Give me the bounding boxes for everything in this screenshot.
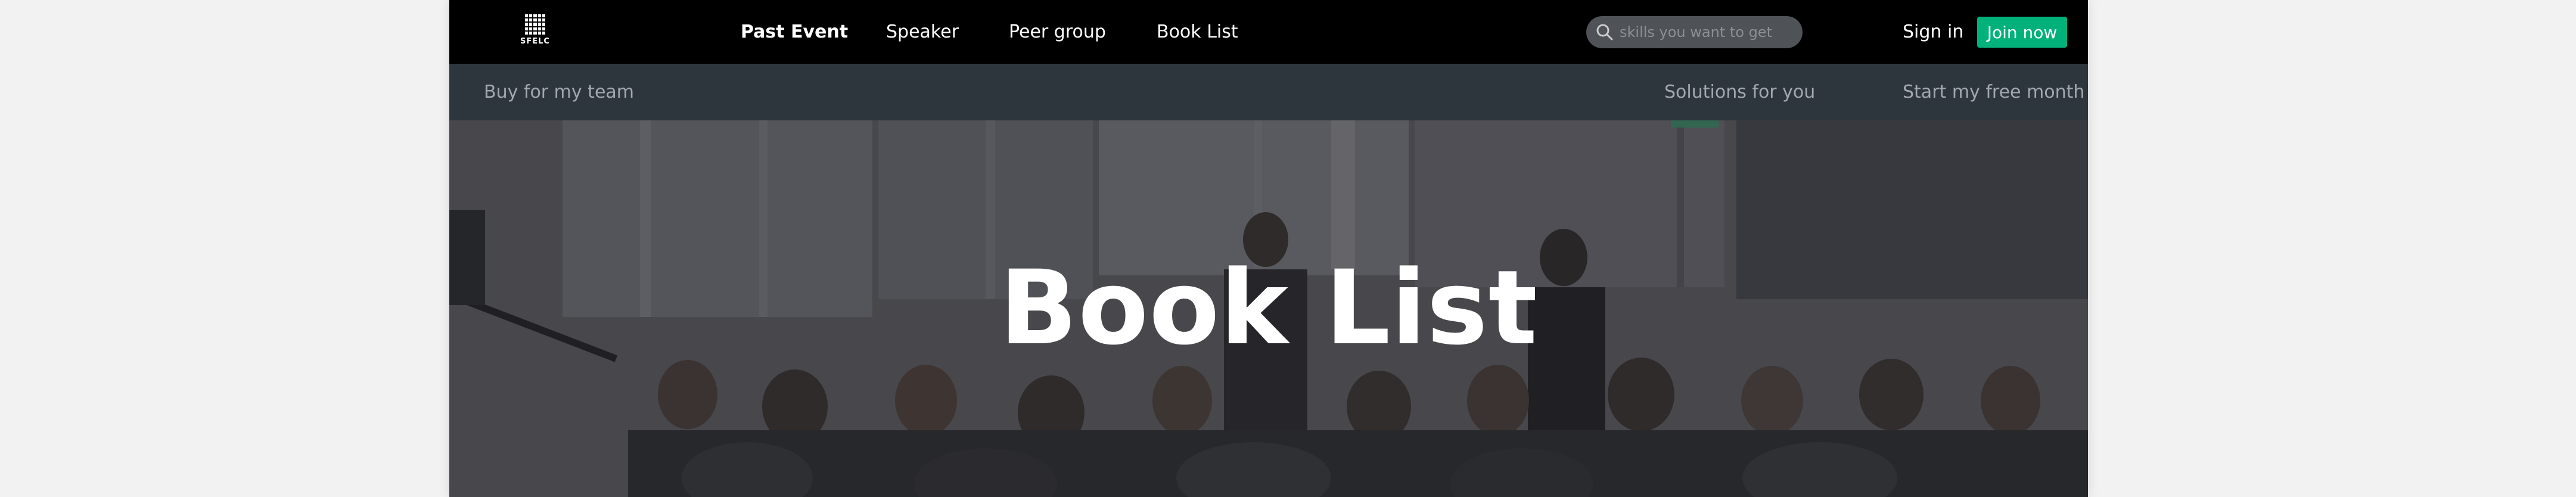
sign-in-link[interactable]: Sign in: [1903, 20, 1963, 44]
page-title: Book List: [999, 248, 1538, 368]
buy-for-team-link[interactable]: Buy for my team: [484, 80, 634, 104]
solutions-link[interactable]: Solutions for you: [1664, 80, 1815, 104]
page-frame: SFELC Past Event Speaker Peer group Book…: [449, 0, 2088, 497]
sub-navbar: Buy for my team Solutions for you Start …: [449, 64, 2088, 120]
nav-book-list[interactable]: Book List: [1157, 20, 1238, 44]
site-logo[interactable]: SFELC: [517, 14, 554, 49]
search-icon: [1596, 24, 1613, 41]
nav-speaker[interactable]: Speaker: [886, 20, 959, 44]
nav-past-event[interactable]: Past Event: [741, 20, 848, 44]
nav-peer-group[interactable]: Peer group: [1009, 20, 1106, 44]
free-month-link[interactable]: Start my free month: [1903, 80, 2084, 104]
hero-banner: Book List: [449, 120, 2088, 497]
logo-mark-icon: [525, 14, 545, 35]
search-bar[interactable]: [1586, 16, 1803, 48]
logo-text: SFELC: [520, 37, 550, 46]
top-navbar: SFELC Past Event Speaker Peer group Book…: [449, 0, 2088, 64]
search-input[interactable]: [1620, 24, 1786, 41]
join-now-button[interactable]: Join now: [1977, 17, 2067, 48]
